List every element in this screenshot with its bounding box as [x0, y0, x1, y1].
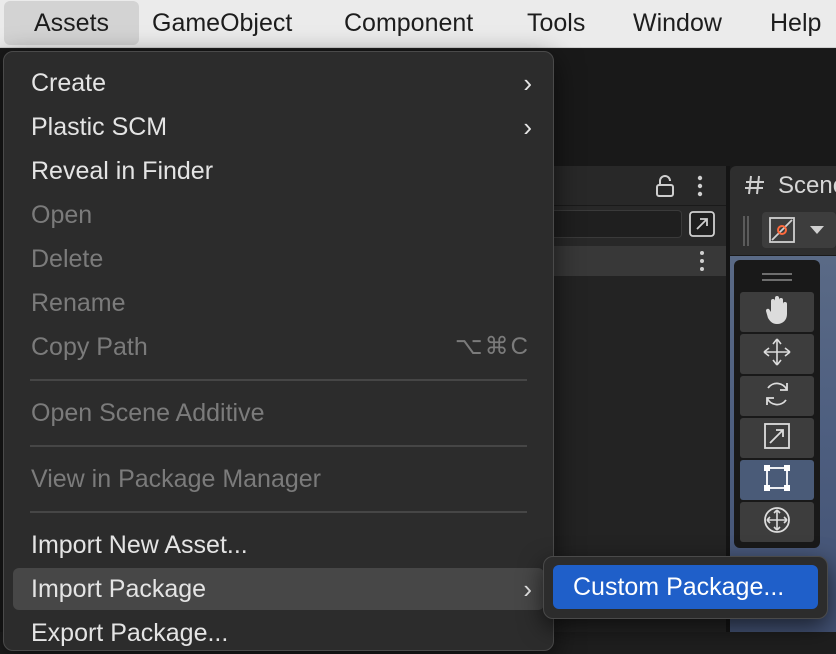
- palette-drag-handle-icon[interactable]: [760, 270, 794, 282]
- transform-tool-icon: [761, 504, 793, 541]
- hand-tool-icon: [762, 294, 792, 331]
- menu-item-reveal-in-finder[interactable]: Reveal in Finder: [13, 150, 544, 192]
- scene-tab-label: Scene: [778, 172, 836, 199]
- menu-item-delete: Delete: [13, 238, 544, 280]
- lock-icon[interactable]: [654, 174, 676, 198]
- submenu-item-custom-package[interactable]: Custom Package...: [553, 565, 818, 609]
- tool-palette: [734, 260, 820, 548]
- menu-item-label: Export Package...: [31, 619, 229, 647]
- menubar: Assets GameObject Component Tools Window…: [0, 0, 836, 48]
- menu-item-label: Import Package: [31, 575, 207, 603]
- search-input[interactable]: [540, 210, 682, 238]
- maximize-icon[interactable]: [688, 210, 716, 238]
- menubar-help[interactable]: Help: [770, 0, 821, 46]
- move-tool-button[interactable]: [740, 334, 814, 374]
- menu-item-plastic-scm[interactable]: Plastic SCM ›: [13, 106, 544, 148]
- menubar-window[interactable]: Window: [633, 0, 722, 46]
- menubar-component[interactable]: Component: [344, 0, 473, 46]
- hand-tool-button[interactable]: [740, 292, 814, 332]
- menu-item-view-in-package-manager: View in Package Manager: [13, 458, 544, 500]
- rect-tool-icon: [761, 462, 793, 499]
- menu-item-rename: Rename: [13, 282, 544, 324]
- menu-item-label: Reveal in Finder: [31, 157, 214, 185]
- chevron-right-icon: ›: [523, 112, 532, 142]
- hash-icon: [744, 173, 766, 203]
- drag-handle-icon[interactable]: [742, 214, 750, 248]
- chevron-right-icon: ›: [523, 574, 532, 604]
- rotate-tool-icon: [761, 378, 793, 415]
- menu-item-open-scene-additive: Open Scene Additive: [13, 392, 544, 434]
- menu-item-label: View in Package Manager: [31, 465, 321, 493]
- rotate-tool-button[interactable]: [740, 376, 814, 416]
- menu-item-label: Open: [31, 201, 93, 229]
- menu-item-label: Create: [31, 69, 107, 97]
- menu-item-label: Plastic SCM: [31, 113, 168, 141]
- menubar-tools[interactable]: Tools: [527, 0, 585, 46]
- menu-item-open: Open: [13, 194, 544, 236]
- panel-search-row: [540, 206, 726, 246]
- menu-item-label: Delete: [31, 245, 104, 273]
- chevron-right-icon: ›: [523, 68, 532, 98]
- move-tool-icon: [761, 336, 793, 373]
- transform-tool-button[interactable]: [740, 502, 814, 542]
- panel-header-row: [540, 246, 726, 276]
- scale-tool-icon: [761, 420, 793, 457]
- import-package-submenu: Custom Package...: [543, 556, 828, 619]
- menu-item-label: Copy Path: [31, 333, 148, 361]
- menu-item-import-package[interactable]: Import Package ›: [13, 568, 544, 610]
- panel-toolbar: [540, 166, 726, 206]
- shortcut-label: ⌥⌘C: [455, 333, 530, 360]
- menu-item-label: Open Scene Additive: [31, 399, 265, 427]
- menubar-gameobject[interactable]: GameObject: [152, 0, 292, 46]
- menubar-assets[interactable]: Assets: [4, 1, 139, 45]
- tab-scene[interactable]: Scene: [730, 166, 836, 206]
- menu-item-copy-path: Copy Path ⌥⌘C: [13, 326, 544, 368]
- menu-item-import-new-asset[interactable]: Import New Asset...: [13, 524, 544, 566]
- menu-separator: [30, 511, 527, 513]
- more-options-icon[interactable]: [696, 250, 708, 272]
- menu-item-label: Import New Asset...: [31, 531, 248, 559]
- assets-menu: Create › Plastic SCM › Reveal in Finder …: [3, 51, 554, 651]
- more-options-icon[interactable]: [694, 174, 706, 198]
- scene-toolbar: [730, 206, 836, 256]
- menu-item-label: Rename: [31, 289, 126, 317]
- menu-item-export-package[interactable]: Export Package...: [13, 612, 544, 654]
- menu-item-create[interactable]: Create ›: [13, 62, 544, 104]
- menu-separator: [30, 379, 527, 381]
- menu-separator: [30, 445, 527, 447]
- scale-tool-button[interactable]: [740, 418, 814, 458]
- gizmo-draw-mode-button[interactable]: [762, 212, 836, 248]
- rect-tool-button[interactable]: [740, 460, 814, 500]
